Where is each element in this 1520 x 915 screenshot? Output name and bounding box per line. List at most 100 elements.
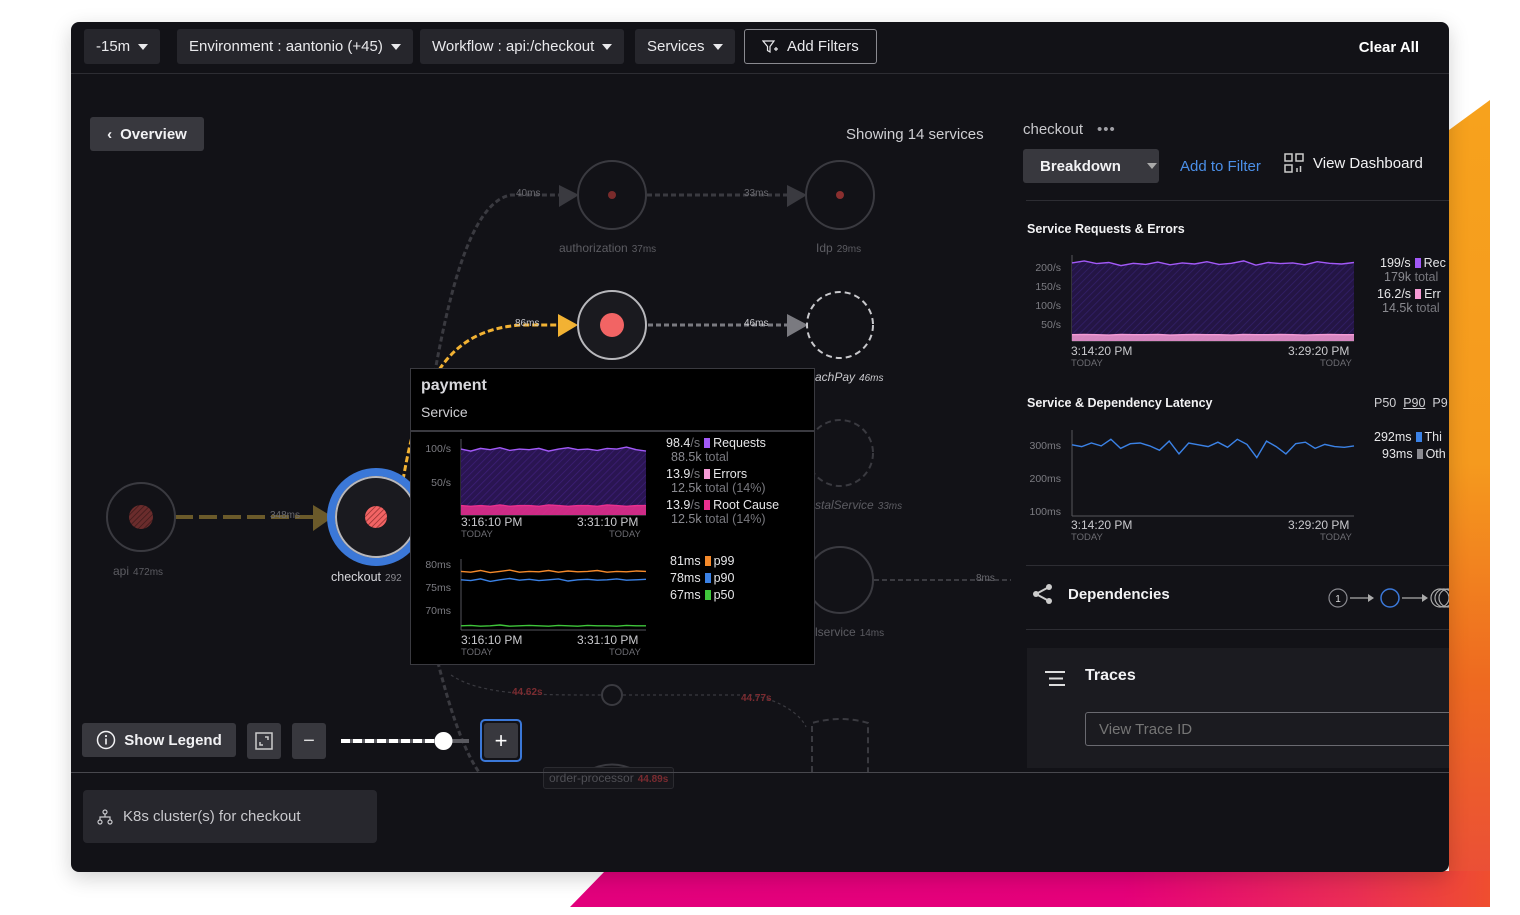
node-latency: 33ms — [877, 501, 903, 512]
legend-total: 12.5k — [671, 512, 702, 526]
k8s-cluster-link[interactable]: K8s cluster(s) for checkout — [83, 790, 377, 843]
node-label-api[interactable]: api 472ms — [113, 564, 163, 578]
more-options-icon[interactable]: ••• — [1097, 121, 1116, 138]
node-latency: 44.89s — [637, 774, 669, 785]
edge-arrow — [559, 185, 579, 207]
screenshot-stage: -15m Environment : aantonio (+45) Workfl… — [0, 0, 1520, 915]
payment-requests-chart — [460, 439, 647, 516]
node-order-processor — [601, 684, 623, 706]
tab-p90[interactable]: P90 — [1403, 396, 1425, 410]
tab-p50[interactable]: P50 — [1374, 396, 1396, 410]
line-p90 — [460, 577, 647, 583]
legend-unit: /s — [690, 467, 701, 481]
zoom-out-button[interactable]: − — [292, 723, 326, 759]
y-tick: 75ms — [425, 582, 451, 594]
node-label-achpay[interactable]: achPay 46ms — [815, 370, 883, 384]
node-label-mailservice[interactable]: lservice 14ms — [815, 625, 884, 639]
plus-icon: + — [484, 723, 518, 758]
tooltip-divider — [411, 430, 814, 432]
legend-label: Errors — [713, 467, 748, 481]
panel-divider — [1026, 200, 1449, 201]
service-detail-panel: checkout ••• Breakdown Add to Filter Vie… — [1011, 75, 1449, 772]
hierarchy-icon — [97, 808, 113, 825]
add-to-filter-link[interactable]: Add to Filter — [1180, 158, 1261, 175]
panel-divider — [1026, 629, 1449, 630]
line-this-service — [1071, 438, 1355, 459]
dependencies-section[interactable]: Dependencies — [1031, 583, 1170, 605]
node-achpay — [806, 291, 874, 359]
service-tooltip-payment: payment Service 100/s 50/s 3:16:10 PM 3:… — [410, 368, 815, 665]
node-name: stalService — [815, 498, 874, 512]
tooltip-subtitle: Service — [421, 404, 468, 420]
node-latency: 29ms — [836, 244, 862, 255]
trace-id-input[interactable] — [1085, 712, 1449, 746]
share-nodes-icon — [1033, 584, 1052, 604]
node-label-idp[interactable]: Idp 29ms — [816, 241, 861, 255]
tab-p99[interactable]: P9 — [1432, 396, 1447, 410]
y-tick: 50/s — [1041, 319, 1061, 331]
node-latency: 46ms — [859, 373, 884, 384]
node-latency: 292 — [385, 573, 402, 584]
line-p50 — [460, 624, 646, 627]
node-latency: 37ms — [631, 244, 657, 255]
legend-swatch — [704, 590, 711, 600]
caret-down-icon — [390, 43, 401, 50]
payment-latency-chart — [460, 559, 647, 631]
node-label-order-processor[interactable]: order-processor 44.89s — [543, 767, 675, 789]
legend-value: 67ms — [670, 588, 701, 602]
breakdown-dropdown[interactable]: Breakdown — [1023, 149, 1159, 183]
node-api-error — [129, 505, 153, 529]
clear-all-button[interactable]: Clear All — [1359, 39, 1419, 56]
legend-label: Rec — [1423, 256, 1446, 270]
edge-label: 33ms — [744, 188, 769, 199]
add-filters-label: Add Filters — [787, 38, 859, 55]
dependencies-label: Dependencies — [1068, 585, 1170, 603]
y-tick: 200ms — [1029, 473, 1061, 485]
caret-down-icon — [602, 43, 613, 50]
node-label-authorization[interactable]: authorization 37ms — [559, 241, 656, 255]
legend-label: Oth — [1425, 447, 1446, 461]
edge-label: 348ms — [270, 510, 301, 521]
edge-arrow — [787, 314, 808, 337]
dependency-flow-diagram: 1 — [1328, 588, 1449, 608]
services-dropdown[interactable]: Services — [635, 29, 735, 64]
chevron-left-icon: ‹ — [107, 125, 113, 143]
zoom-slider[interactable] — [341, 732, 469, 750]
x-tick-end: 3:29:20 PM — [1288, 518, 1350, 532]
view-dashboard-button[interactable]: View Dashboard — [1284, 153, 1423, 173]
legend-p50: 67ms p50 — [670, 588, 734, 602]
y-tick: 100/s — [425, 443, 451, 455]
environment-dropdown[interactable]: Environment : aantonio (+45) — [177, 29, 413, 64]
legend-root-cause: 13.9/s Root Cause — [666, 498, 779, 512]
traces-list-icon — [1045, 671, 1065, 686]
overview-button[interactable]: ‹ Overview — [90, 117, 204, 151]
fit-to-screen-button[interactable] — [247, 723, 281, 759]
legend-total: 14.5k — [1382, 301, 1413, 315]
legend-errors: 13.9/s Errors — [666, 467, 747, 481]
legend-total: 179k — [1384, 270, 1412, 284]
x-tick-end: 3:31:10 PM — [577, 515, 639, 529]
workflow-dropdown[interactable]: Workflow : api:/checkout — [420, 29, 625, 64]
y-tick: 100ms — [1029, 506, 1061, 518]
legend-total-sub: total (14%) — [705, 512, 766, 526]
node-label-checkout[interactable]: checkout 292 — [331, 570, 402, 584]
node-name: achPay — [815, 370, 856, 384]
showing-services-count: Showing 14 services — [846, 126, 984, 143]
legend-value: 13.9 — [666, 498, 691, 512]
add-filters-button[interactable]: Add Filters — [744, 29, 877, 64]
service-map[interactable]: ‹ Overview Showing 14 services 40ms 33ms… — [71, 75, 1011, 789]
zoom-in-button[interactable]: + — [480, 719, 522, 762]
node-label-postalservice[interactable]: stalService 33ms — [815, 498, 902, 512]
legend-value: 98.4 — [666, 436, 691, 450]
node-mailservice — [806, 546, 874, 614]
dashboard-icon — [1284, 153, 1304, 173]
legend-label: Root Cause — [713, 498, 780, 512]
show-legend-button[interactable]: Show Legend — [82, 723, 236, 757]
latency-chart — [1071, 430, 1355, 517]
node-name: checkout — [331, 570, 382, 584]
legend-label: p90 — [713, 571, 735, 585]
legend-value: 81ms — [670, 554, 701, 568]
legend-root-cause-total: 12.5k total (14%) — [671, 512, 766, 526]
time-range-dropdown[interactable]: -15m — [84, 29, 161, 64]
filter-add-icon — [762, 39, 778, 53]
